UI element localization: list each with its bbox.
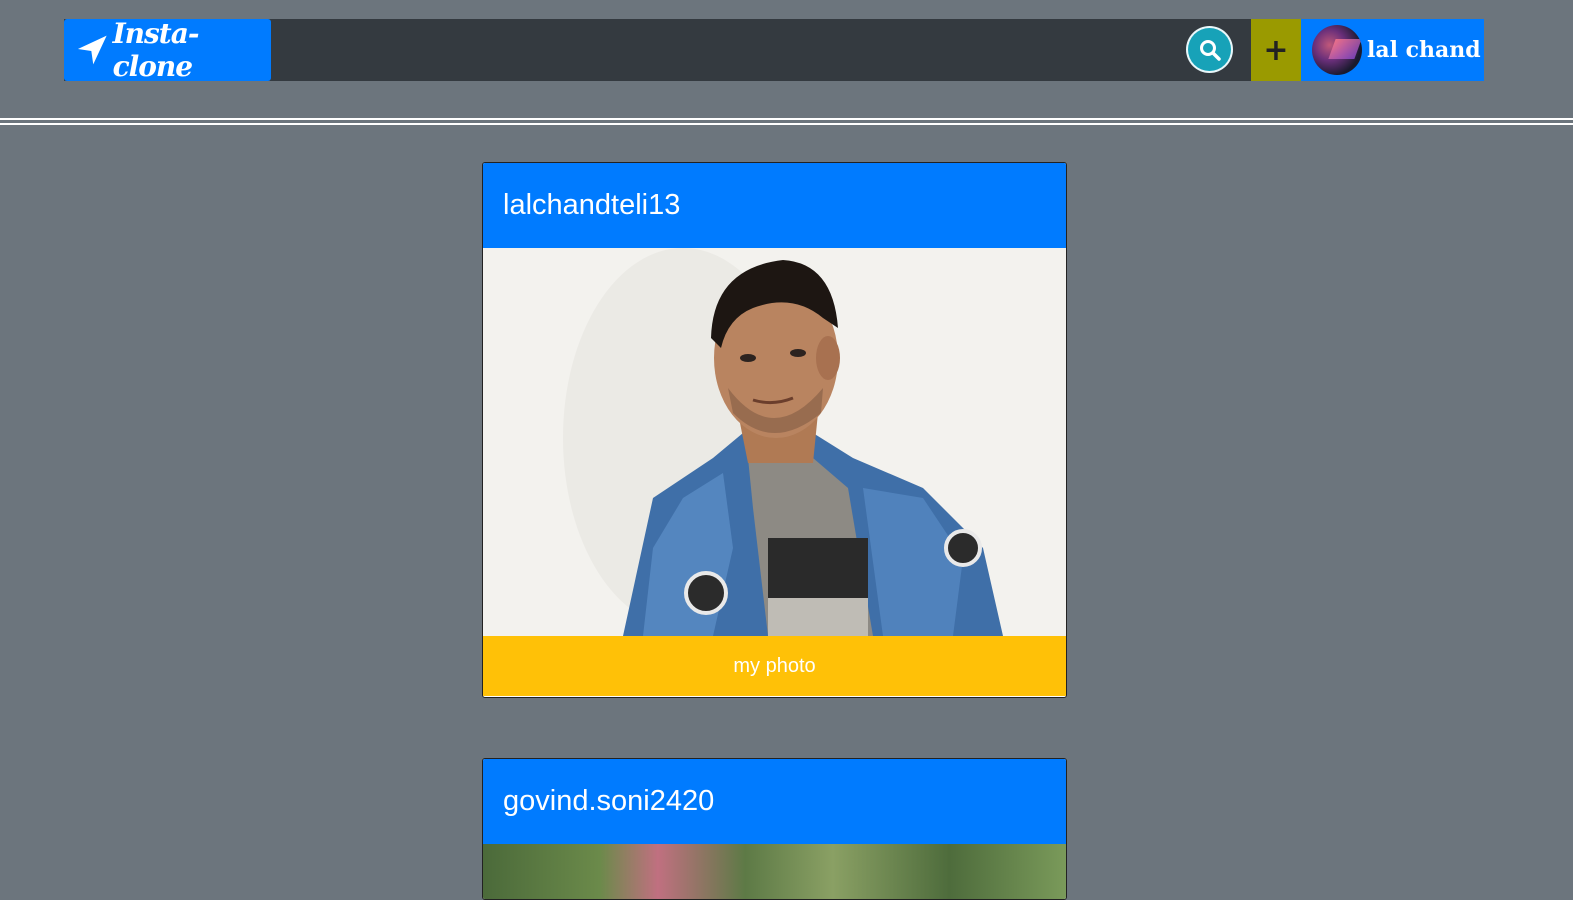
post-username[interactable]: lalchandteli13 (503, 189, 680, 222)
post-photo (483, 248, 1066, 636)
post-username[interactable]: govind.soni2420 (503, 785, 714, 818)
user-name: lal chand (1367, 37, 1481, 63)
paper-plane-icon (77, 35, 107, 65)
post-caption: my photo (483, 636, 1066, 696)
brand-link[interactable]: Insta-clone (64, 17, 271, 83)
add-post-button[interactable]: + (1251, 19, 1301, 81)
plus-icon: + (1263, 32, 1289, 68)
avatar (1312, 25, 1362, 75)
post-header: lalchandteli13 (483, 163, 1066, 248)
header-divider (0, 118, 1573, 120)
brand-name: Insta-clone (112, 17, 200, 83)
post-header: govind.soni2420 (483, 759, 1066, 844)
search-button[interactable] (1188, 28, 1231, 71)
navbar: Insta-clone + lal chand (64, 17, 1484, 83)
user-profile-button[interactable]: lal chand (1301, 19, 1484, 81)
post-image (483, 248, 1066, 636)
post-caption-text: my photo (733, 654, 816, 677)
post-card: govind.soni2420 (482, 758, 1067, 900)
post-image (483, 844, 1066, 899)
post-card: lalchandteli13 my photo (482, 162, 1067, 698)
search-icon (1199, 39, 1221, 61)
